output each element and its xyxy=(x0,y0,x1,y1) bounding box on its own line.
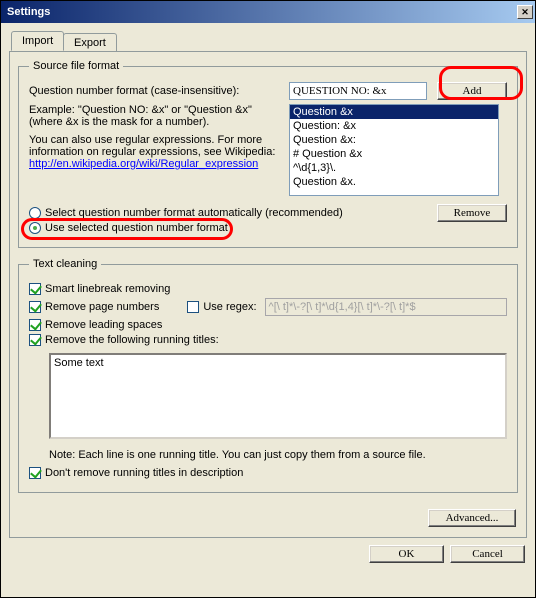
cancel-button[interactable]: Cancel xyxy=(450,545,525,563)
check-dont-remove-desc-label: Don't remove running titles in descripti… xyxy=(45,467,243,479)
list-item[interactable]: Question &x: xyxy=(290,133,498,147)
ok-button[interactable]: OK xyxy=(369,545,444,563)
check-remove-page-label: Remove page numbers xyxy=(45,301,159,313)
check-dont-remove-desc[interactable] xyxy=(29,467,41,479)
radio-auto-label: Select question number format automatica… xyxy=(45,207,343,219)
tab-export[interactable]: Export xyxy=(63,33,117,52)
running-titles-textarea[interactable]: Some text xyxy=(49,353,507,439)
check-smart-linebreak[interactable] xyxy=(29,283,41,295)
qn-format-input[interactable] xyxy=(289,82,427,100)
wikipedia-link[interactable]: http://en.wikipedia.org/wiki/Regular_exp… xyxy=(29,158,258,170)
text-cleaning-group: Text cleaning Smart linebreak removing R… xyxy=(18,258,518,493)
check-remove-page[interactable] xyxy=(29,301,41,313)
titlebar: Settings ✕ xyxy=(1,1,535,23)
titles-note: Note: Each line is one running title. Yo… xyxy=(29,449,507,461)
text-cleaning-legend: Text cleaning xyxy=(29,258,101,270)
list-item[interactable]: Question &x xyxy=(290,105,498,119)
tab-import[interactable]: Import xyxy=(11,31,64,51)
list-item[interactable]: Question &x. xyxy=(290,175,498,189)
list-item[interactable]: ^\d{1,3}\. xyxy=(290,161,498,175)
check-remove-titles[interactable] xyxy=(29,334,41,346)
tabs: Import Export xyxy=(9,31,527,52)
check-use-regex[interactable] xyxy=(187,301,199,313)
check-remove-leading-label: Remove leading spaces xyxy=(45,319,162,331)
add-button[interactable]: Add xyxy=(437,82,507,100)
advanced-button[interactable]: Advanced... xyxy=(428,509,516,527)
radio-selected[interactable] xyxy=(29,222,41,234)
regex-note: You can also use regular expressions. Fo… xyxy=(29,134,279,158)
check-remove-titles-label: Remove the following running titles: xyxy=(45,334,219,346)
example-text: Example: "Question NO: &x" or "Question … xyxy=(29,104,279,128)
source-file-format-group: Source file format Question number forma… xyxy=(18,60,518,248)
source-format-legend: Source file format xyxy=(29,60,123,72)
remove-button[interactable]: Remove xyxy=(437,204,507,222)
regex-pattern-input: ^[\ t]*\-?[\ t]*\d{1,4}[\ t]*\-?[\ t]*$ xyxy=(265,298,507,316)
qn-format-label: Question number format (case-insensitive… xyxy=(29,85,289,97)
check-use-regex-label: Use regex: xyxy=(203,301,256,313)
radio-auto[interactable] xyxy=(29,207,41,219)
check-smart-linebreak-label: Smart linebreak removing xyxy=(45,283,170,295)
close-icon[interactable]: ✕ xyxy=(517,5,533,19)
list-item[interactable]: Question: &x xyxy=(290,119,498,133)
window-title: Settings xyxy=(7,6,50,18)
radio-selected-label: Use selected question number format xyxy=(45,222,228,234)
format-listbox[interactable]: Question &x Question: &x Question &x: # … xyxy=(289,104,499,196)
check-remove-leading[interactable] xyxy=(29,319,41,331)
list-item[interactable]: # Question &x xyxy=(290,147,498,161)
